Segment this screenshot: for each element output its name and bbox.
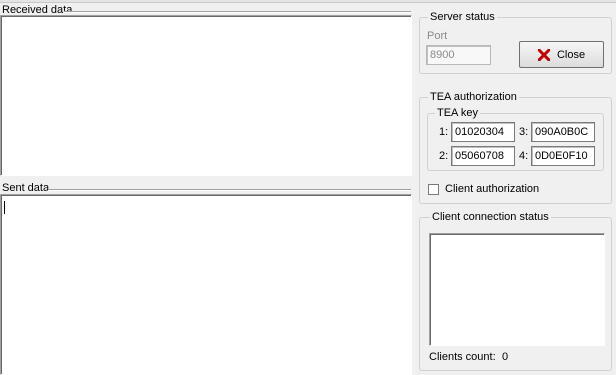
tea-key-4-label: 4:	[519, 150, 529, 162]
tea-key-2-label: 2:	[439, 150, 449, 162]
client-authorization-label: Client authorization	[445, 183, 540, 195]
sent-data-separator	[48, 189, 411, 191]
top-tab-strip	[0, 0, 616, 3]
tea-key-3-label: 3:	[519, 126, 529, 138]
sent-data-area[interactable]	[0, 194, 412, 375]
port-field[interactable]: 8900	[426, 45, 491, 65]
tea-authorization-title: TEA authorization	[428, 91, 519, 104]
port-label: Port	[427, 30, 448, 42]
close-x-icon	[537, 48, 550, 61]
tea-key-1-field[interactable]: 01020304	[451, 122, 515, 142]
close-button[interactable]: Close	[519, 41, 604, 68]
text-caret	[4, 201, 5, 214]
tea-key-title: TEA key	[435, 107, 480, 120]
tea-key-2-field[interactable]: 05060708	[451, 146, 515, 166]
client-authorization-checkbox[interactable]	[428, 184, 439, 195]
client-connection-status-title: Client connection status	[430, 211, 551, 224]
server-status-title: Server status	[428, 11, 497, 24]
client-connection-list[interactable]	[429, 233, 605, 346]
tea-key-4-field[interactable]: 0D0E0F10	[531, 146, 595, 166]
clients-count-value: 0	[502, 351, 509, 363]
close-button-label: Close	[556, 48, 586, 61]
received-data-separator	[64, 11, 411, 13]
received-data-area[interactable]	[0, 15, 412, 176]
tea-key-3-field[interactable]: 090A0B0C	[531, 122, 595, 142]
clients-count-label: Clients count:	[429, 351, 496, 363]
tea-key-1-label: 1:	[439, 126, 449, 138]
